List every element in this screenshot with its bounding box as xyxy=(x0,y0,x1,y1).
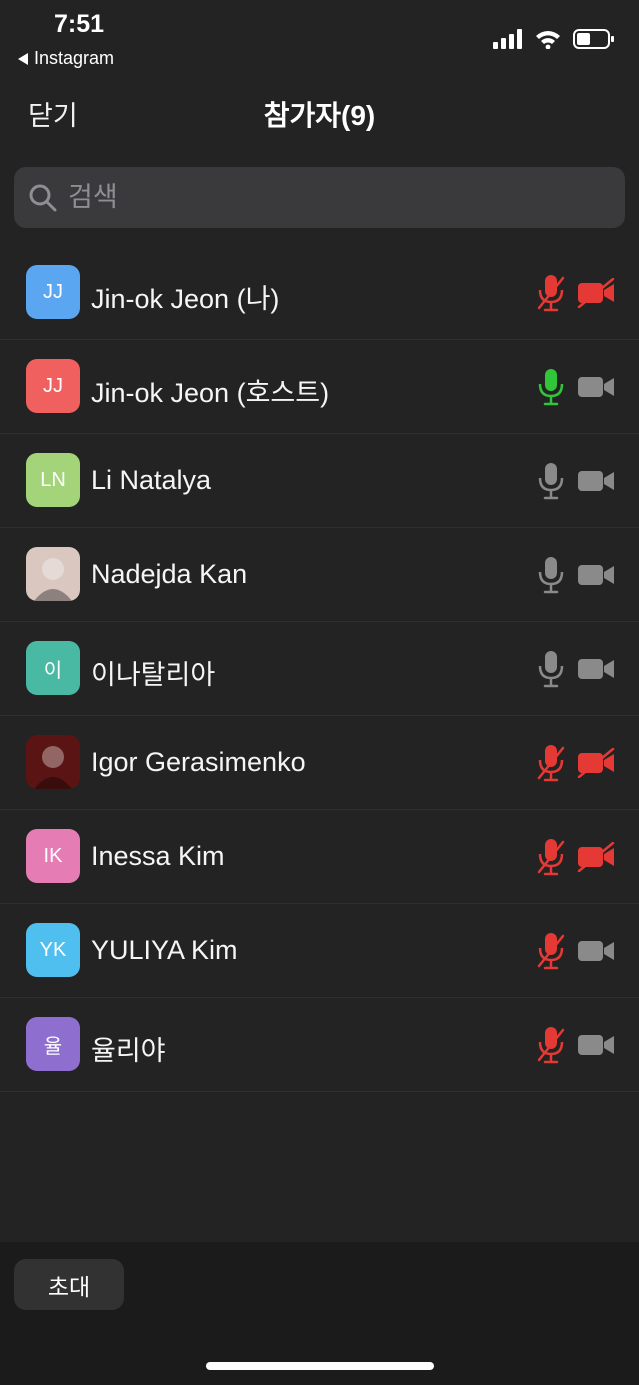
participant-row[interactable]: 이 이나탈리아 xyxy=(0,622,639,716)
participant-name: Nadejda Kan xyxy=(91,559,248,589)
video-off-icon[interactable] xyxy=(577,842,615,872)
signal-icon xyxy=(493,29,522,49)
avatar-initials: LN xyxy=(40,468,66,491)
participant-row[interactable]: Igor Gerasimenko xyxy=(0,716,639,810)
video-camera-icon[interactable] xyxy=(577,372,615,402)
participant-row[interactable]: IK Inessa Kim xyxy=(0,810,639,904)
video-camera-icon[interactable] xyxy=(577,936,615,966)
participant-name: Jin-ok Jeon (호스트) xyxy=(91,378,330,408)
mic-muted-icon[interactable] xyxy=(536,1026,566,1064)
page-title: 참가자(9) xyxy=(263,100,376,131)
status-time: 7:51 xyxy=(54,10,105,38)
home-indicator xyxy=(206,1362,434,1370)
participant-name: YULIYA Kim xyxy=(91,935,238,965)
search-input[interactable] xyxy=(66,181,590,214)
footer-bar: 초대 xyxy=(0,1242,639,1385)
avatar: JJ xyxy=(26,265,80,319)
avatar-photo xyxy=(26,735,80,789)
participant-row[interactable]: JJ Jin-ok Jeon (호스트) xyxy=(0,340,639,434)
avatar-initials: 율 xyxy=(43,1035,63,1058)
microphone-icon[interactable] xyxy=(536,368,566,406)
participant-row[interactable]: Nadejda Kan xyxy=(0,528,639,622)
participant-name: 율리야 xyxy=(91,1036,166,1066)
participant-name: Inessa Kim xyxy=(91,841,225,871)
avatar-initials: YK xyxy=(39,938,67,961)
participant-row[interactable]: LN Li Natalya xyxy=(0,434,639,528)
avatar-initials: JJ xyxy=(43,374,63,397)
avatar: 율 xyxy=(26,1017,80,1071)
video-camera-icon[interactable] xyxy=(577,466,615,496)
participants-screen: 7:51 Instagram 닫기 참가자(9) J xyxy=(0,0,639,1385)
mic-muted-icon[interactable] xyxy=(536,744,566,782)
invite-button[interactable]: 초대 xyxy=(14,1259,124,1310)
microphone-icon[interactable] xyxy=(536,556,566,594)
status-icons xyxy=(493,28,615,50)
back-triangle-icon xyxy=(18,52,28,65)
participant-name: Li Natalya xyxy=(91,465,212,495)
microphone-icon[interactable] xyxy=(536,462,566,500)
mic-muted-icon[interactable] xyxy=(536,932,566,970)
video-off-icon[interactable] xyxy=(577,748,615,778)
search-icon xyxy=(29,184,57,211)
participant-name: Jin-ok Jeon (나) xyxy=(91,284,280,314)
participant-name: Igor Gerasimenko xyxy=(91,747,306,777)
participant-row[interactable]: JJ Jin-ok Jeon (나) xyxy=(0,246,639,340)
search-bar[interactable] xyxy=(14,167,625,228)
avatar: LN xyxy=(26,453,80,507)
participant-row[interactable]: 율 율리야 xyxy=(0,998,639,1092)
avatar-initials: IK xyxy=(43,844,63,867)
avatar-photo xyxy=(26,547,80,601)
participant-name: 이나탈리아 xyxy=(91,660,216,690)
avatar-initials: 이 xyxy=(43,659,63,682)
back-to-app-link[interactable]: Instagram xyxy=(18,48,114,69)
avatar: JJ xyxy=(26,359,80,413)
avatar: 이 xyxy=(26,641,80,695)
mic-muted-icon[interactable] xyxy=(536,274,566,312)
video-off-icon[interactable] xyxy=(577,278,615,308)
participant-list: JJ Jin-ok Jeon (나) JJ Jin-ok Jeon (호스트) LN Li… xyxy=(0,246,639,1092)
mic-muted-icon[interactable] xyxy=(536,838,566,876)
wifi-icon xyxy=(536,31,560,49)
avatar-initials: JJ xyxy=(43,280,63,303)
avatar: IK xyxy=(26,829,80,883)
back-app-label: Instagram xyxy=(34,48,115,68)
battery-icon xyxy=(573,29,614,49)
video-camera-icon[interactable] xyxy=(577,1030,615,1060)
avatar: YK xyxy=(26,923,80,977)
video-camera-icon[interactable] xyxy=(577,560,615,590)
video-camera-icon[interactable] xyxy=(577,654,615,684)
microphone-icon[interactable] xyxy=(536,650,566,688)
participant-row[interactable]: YK YULIYA Kim xyxy=(0,904,639,998)
